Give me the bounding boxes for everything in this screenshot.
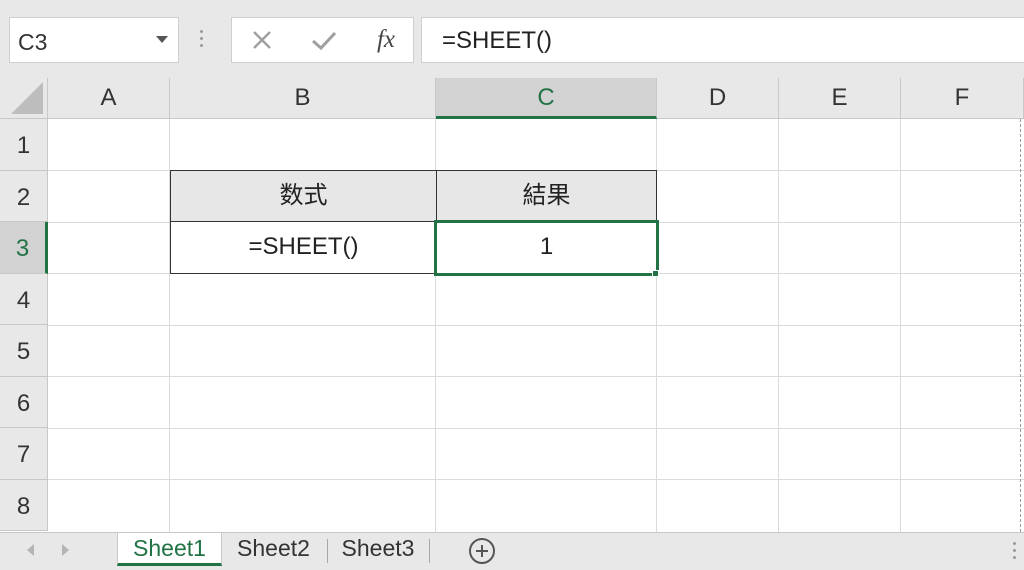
row-header-4[interactable]: 4 [0, 273, 48, 325]
table-header-formula: 数式 [279, 182, 328, 209]
gridline [48, 479, 1024, 480]
name-box-value: C3 [18, 29, 48, 55]
tab-scroll-left-icon[interactable] [27, 544, 34, 556]
column-header-d[interactable]: D [657, 78, 779, 119]
cell-b3-value: =SHEET() [248, 233, 359, 260]
formula-buttons: fx [231, 17, 414, 63]
column-header-f[interactable]: F [901, 78, 1024, 119]
row-header-8[interactable]: 8 [0, 479, 48, 531]
fill-handle[interactable] [652, 270, 659, 277]
tab-scroll-right-icon[interactable] [62, 544, 69, 556]
page-break-line [1020, 119, 1021, 532]
column-header-b[interactable]: B [170, 78, 436, 119]
cell-b2[interactable]: 数式 [170, 170, 437, 222]
worksheet-grid[interactable]: A B C D E F 1 2 3 4 5 6 7 8 数式 結果 =SHEET… [0, 78, 1024, 532]
gridline [48, 376, 1024, 377]
tab-divider [429, 539, 430, 563]
row-header-3[interactable]: 3 [0, 222, 48, 274]
gridline [900, 119, 901, 532]
column-header-a[interactable]: A [48, 78, 170, 119]
formula-text: =SHEET() [442, 27, 553, 54]
gridline [48, 324, 1024, 326]
row-header-6[interactable]: 6 [0, 376, 48, 428]
vertical-dots-icon[interactable] [1013, 542, 1017, 563]
column-header-c[interactable]: C [436, 78, 657, 119]
formula-bar: C3 fx =SHEET() [0, 0, 1024, 78]
sheet-tab-bar: Sheet1 Sheet2 Sheet3 [0, 532, 1024, 570]
tab-sheet2[interactable]: Sheet2 [224, 533, 323, 566]
cell-c2[interactable]: 結果 [436, 170, 657, 222]
row-header-1[interactable]: 1 [0, 119, 48, 171]
add-sheet-icon[interactable] [469, 538, 495, 564]
column-header-e[interactable]: E [779, 78, 901, 119]
row-header-5[interactable]: 5 [0, 325, 48, 377]
enter-check-icon[interactable] [308, 24, 340, 56]
table-header-result: 結果 [522, 182, 571, 209]
row-header-7[interactable]: 7 [0, 428, 48, 480]
chevron-down-icon[interactable] [156, 36, 168, 43]
formula-input[interactable]: =SHEET() [421, 17, 1024, 63]
active-cell-border [434, 220, 659, 276]
select-all-button[interactable] [0, 78, 48, 119]
insert-function-icon[interactable]: fx [368, 24, 404, 56]
gridline [778, 119, 779, 532]
vertical-dots-icon[interactable] [200, 30, 204, 52]
gridline [48, 427, 1024, 429]
tab-sheet3[interactable]: Sheet3 [329, 533, 427, 566]
tab-sheet1[interactable]: Sheet1 [117, 533, 222, 566]
cell-b3[interactable]: =SHEET() [170, 221, 437, 274]
cancel-icon[interactable] [248, 24, 276, 56]
row-header-2[interactable]: 2 [0, 170, 48, 222]
name-box[interactable]: C3 [9, 17, 179, 63]
tab-divider [327, 539, 328, 563]
